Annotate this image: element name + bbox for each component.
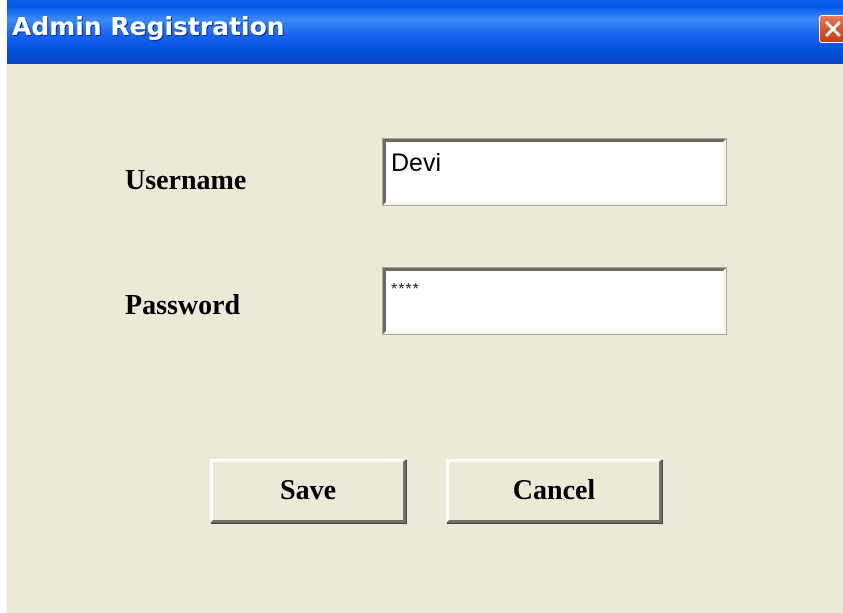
username-label: Username <box>125 165 247 196</box>
close-icon <box>824 20 842 38</box>
close-button[interactable] <box>819 15 843 43</box>
cancel-button[interactable]: Cancel <box>446 459 662 523</box>
admin-registration-window: Admin Registration Username Devi Passwor… <box>7 0 843 613</box>
save-button[interactable]: Save <box>210 459 406 523</box>
password-input[interactable]: **** <box>382 267 727 335</box>
username-input[interactable]: Devi <box>382 138 727 206</box>
title-bar[interactable]: Admin Registration <box>7 0 843 64</box>
window-title: Admin Registration <box>12 12 285 41</box>
password-label: Password <box>125 290 241 321</box>
save-button-label: Save <box>280 475 336 506</box>
cancel-button-label: Cancel <box>512 475 596 506</box>
